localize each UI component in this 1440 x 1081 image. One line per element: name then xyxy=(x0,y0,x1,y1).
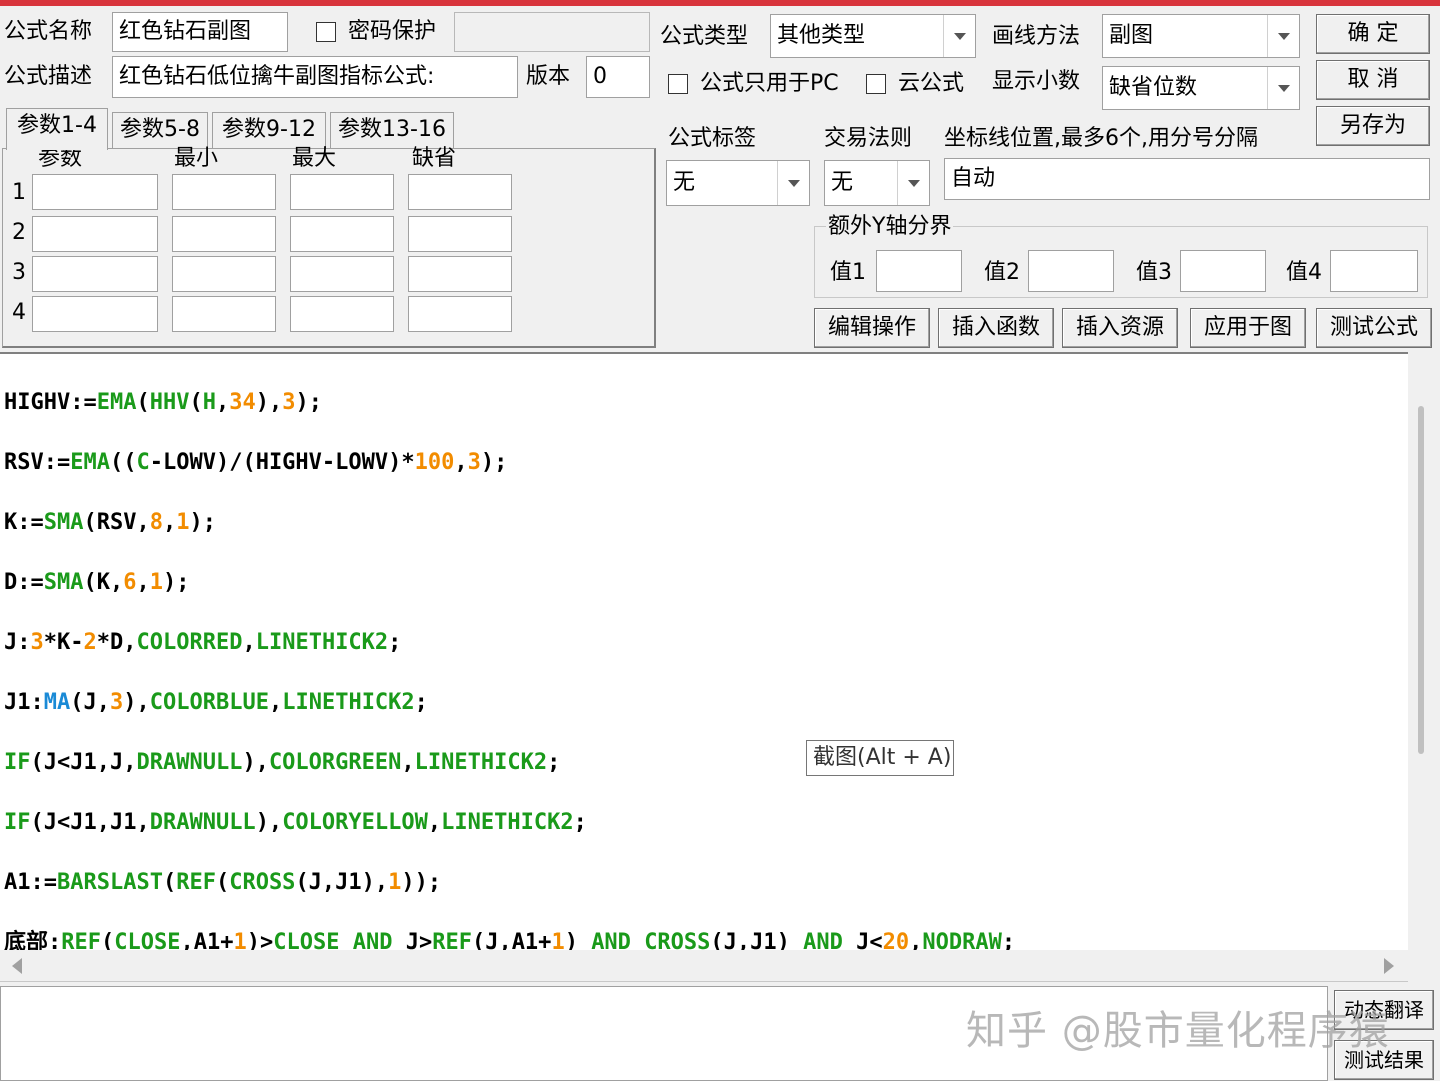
axis-position-input[interactable]: 自动 xyxy=(944,158,1430,200)
tab-params-1-4[interactable]: 参数1-4 xyxy=(6,108,108,150)
title-bar-strip xyxy=(0,0,1440,6)
code-line: D:=SMA(K,6,1); xyxy=(4,570,190,595)
code-line: J:3*K-2*D,COLORRED,LINETHICK2; xyxy=(4,630,402,655)
tab-params-5-8[interactable]: 参数5-8 xyxy=(112,112,208,148)
vertical-scrollbar-thumb[interactable] xyxy=(1418,406,1424,754)
chevron-down-icon[interactable] xyxy=(777,161,809,205)
draw-method-select[interactable]: 副图 xyxy=(1102,14,1300,58)
code-line: K:=SMA(RSV,8,1); xyxy=(4,510,216,535)
code-line: IF(J<J1,J,DRAWNULL),COLORGREEN,LINETHICK… xyxy=(4,750,561,775)
cloud-formula-label: 云公式 xyxy=(898,71,965,96)
yval-label: 值4 xyxy=(1286,260,1322,285)
vertical-scrollbar[interactable] xyxy=(1408,354,1440,950)
watermark: 知乎 @股市量化程序猿 xyxy=(966,1008,1390,1054)
param-min-input[interactable] xyxy=(172,174,276,210)
param-min-input[interactable] xyxy=(172,296,276,332)
row-number: 2 xyxy=(12,220,26,245)
chevron-down-icon[interactable] xyxy=(1267,15,1299,57)
column-header-default: 缺省 xyxy=(412,146,457,171)
version-input[interactable]: 0 xyxy=(586,56,650,98)
decimals-select[interactable]: 缺省位数 xyxy=(1102,66,1300,110)
param-max-input[interactable] xyxy=(290,174,394,210)
decimals-value: 缺省位数 xyxy=(1109,75,1198,100)
trade-rule-select[interactable]: 无 xyxy=(824,160,930,206)
axis-position-label: 坐标线位置,最多6个,用分号分隔 xyxy=(944,126,1258,151)
password-input[interactable] xyxy=(454,12,650,52)
trade-rule-value: 无 xyxy=(831,170,854,195)
decimals-label: 显示小数 xyxy=(992,69,1081,94)
chevron-down-icon[interactable] xyxy=(1267,67,1299,109)
row-number: 1 xyxy=(12,180,26,205)
param-max-input[interactable] xyxy=(290,296,394,332)
formula-tag-label: 公式标签 xyxy=(668,126,757,151)
formula-name-input[interactable]: 红色钻石副图 xyxy=(112,12,288,52)
draw-method-label: 画线方法 xyxy=(992,24,1081,49)
formula-desc-label: 公式描述 xyxy=(4,64,93,89)
code-line: RSV:=EMA((C-LOWV)/(HIGHV-LOWV)*100,3); xyxy=(4,450,508,475)
chevron-down-icon[interactable] xyxy=(943,15,975,57)
param-min-input[interactable] xyxy=(172,256,276,292)
code-line: IF(J<J1,J1,DRAWNULL),COLORYELLOW,LINETHI… xyxy=(4,810,587,835)
yval-label: 值3 xyxy=(1136,260,1172,285)
formula-type-label: 公式类型 xyxy=(660,24,749,49)
code-editor[interactable]: HIGHV:=EMA(HHV(H,34),3); RSV:=EMA((C-LOW… xyxy=(0,352,1408,950)
chevron-down-icon[interactable] xyxy=(897,161,929,205)
scroll-left-icon[interactable] xyxy=(12,958,22,974)
version-label: 版本 xyxy=(526,64,571,89)
save-as-button[interactable]: 另存为 xyxy=(1316,106,1430,146)
formula-tag-select[interactable]: 无 xyxy=(666,160,810,206)
yval-label: 值1 xyxy=(830,260,866,285)
param-default-input[interactable] xyxy=(408,174,512,210)
cloud-formula-checkbox[interactable] xyxy=(866,74,886,94)
column-header-max: 最大 xyxy=(292,146,337,171)
param-default-input[interactable] xyxy=(408,216,512,252)
code-line: A1:=BARSLAST(REF(CROSS(J,J1),1)); xyxy=(4,870,442,895)
trade-rule-label: 交易法则 xyxy=(824,126,913,151)
apply-to-chart-button[interactable]: 应用于图 xyxy=(1190,308,1306,348)
scroll-right-icon[interactable] xyxy=(1384,958,1394,974)
code-line: HIGHV:=EMA(HHV(H,34),3); xyxy=(4,390,322,415)
yval-label: 值2 xyxy=(984,260,1020,285)
param-max-input[interactable] xyxy=(290,216,394,252)
yval-input[interactable] xyxy=(1330,250,1418,292)
param-min-input[interactable] xyxy=(172,216,276,252)
tab-params-9-12[interactable]: 参数9-12 xyxy=(212,112,326,148)
code-line: 底部:REF(CLOSE,A1+1)>CLOSE AND J>REF(J,A1+… xyxy=(4,930,1016,950)
param-name-input[interactable] xyxy=(32,256,158,292)
ok-button[interactable]: 确 定 xyxy=(1316,14,1430,54)
password-protect-checkbox[interactable] xyxy=(316,22,336,42)
horizontal-scrollbar[interactable] xyxy=(0,950,1408,982)
tab-params-13-16[interactable]: 参数13-16 xyxy=(330,112,454,148)
screenshot-tooltip: 截图(Alt + A) xyxy=(806,740,954,776)
insert-function-button[interactable]: 插入函数 xyxy=(938,308,1054,348)
param-name-input[interactable] xyxy=(32,174,158,210)
yval-input[interactable] xyxy=(1180,250,1266,292)
formula-name-label: 公式名称 xyxy=(4,19,93,44)
edit-operations-button[interactable]: 编辑操作 xyxy=(814,308,930,348)
insert-resource-button[interactable]: 插入资源 xyxy=(1062,308,1178,348)
param-default-input[interactable] xyxy=(408,256,512,292)
test-formula-button[interactable]: 测试公式 xyxy=(1316,308,1432,348)
param-name-input[interactable] xyxy=(32,296,158,332)
draw-method-value: 副图 xyxy=(1109,23,1154,48)
pc-only-label: 公式只用于PC xyxy=(700,71,839,96)
formula-desc-input[interactable]: 红色钻石低位擒牛副图指标公式: xyxy=(112,56,518,98)
row-number: 3 xyxy=(12,260,26,285)
param-default-input[interactable] xyxy=(408,296,512,332)
column-header-min: 最小 xyxy=(174,146,219,171)
password-protect-label: 密码保护 xyxy=(348,19,437,44)
extra-yaxis-label: 额外Y轴分界 xyxy=(826,212,954,242)
pc-only-checkbox[interactable] xyxy=(668,74,688,94)
code-line: J1:MA(J,3),COLORBLUE,LINETHICK2; xyxy=(4,690,428,715)
formula-type-value: 其他类型 xyxy=(777,23,866,48)
formula-tag-value: 无 xyxy=(673,170,696,195)
formula-type-select[interactable]: 其他类型 xyxy=(770,14,976,58)
param-max-input[interactable] xyxy=(290,256,394,292)
row-number: 4 xyxy=(12,300,26,325)
yval-input[interactable] xyxy=(876,250,962,292)
param-name-input[interactable] xyxy=(32,216,158,252)
yval-input[interactable] xyxy=(1028,250,1114,292)
cancel-button[interactable]: 取 消 xyxy=(1316,60,1430,100)
